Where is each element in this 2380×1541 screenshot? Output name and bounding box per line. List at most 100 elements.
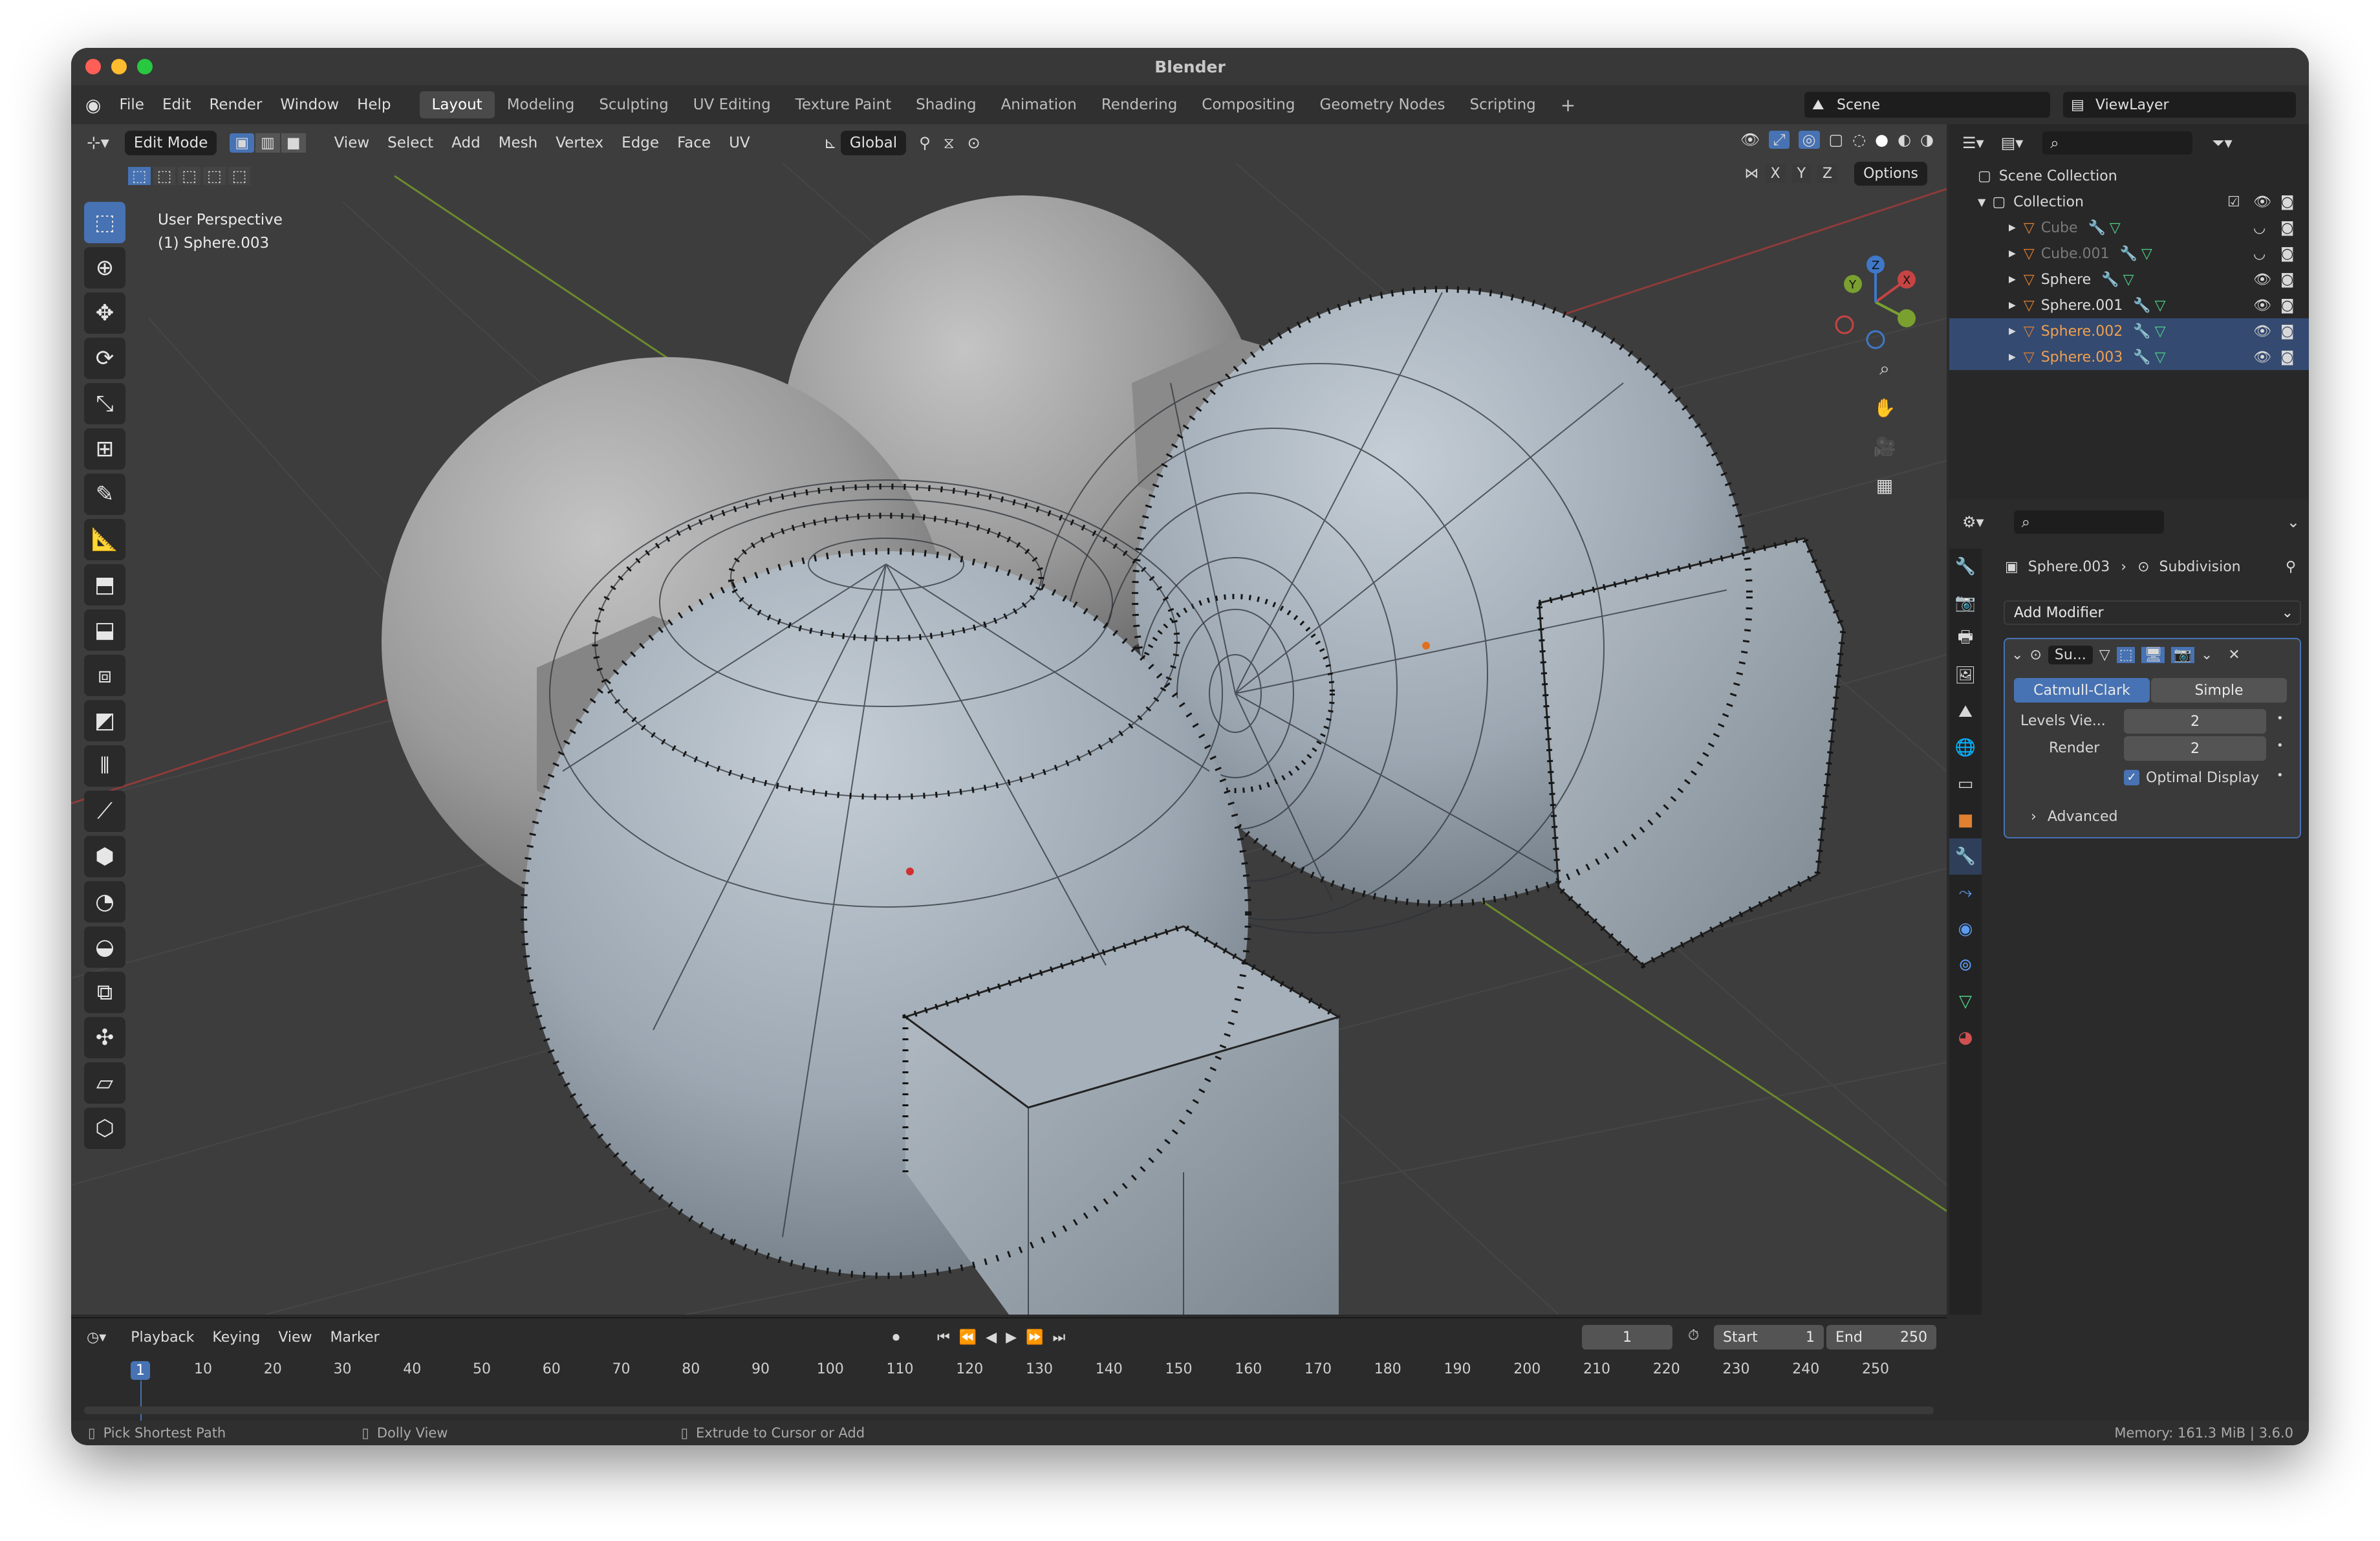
object-tab-icon[interactable]: ■ [1949, 802, 1982, 838]
modifier-menu-icon[interactable]: ⌄ [2201, 647, 2212, 663]
collapse-icon[interactable]: ⌄ [2011, 647, 2023, 663]
levels-viewport-field[interactable]: 2 [2124, 709, 2266, 734]
scene-selector[interactable]: ⛰ Scene [1804, 92, 2050, 118]
select-new-icon[interactable]: ⬚ [128, 167, 151, 185]
display-mode-icon[interactable]: ▤▾ [2001, 134, 2024, 152]
properties-search-field[interactable]: ⌕ [2013, 510, 2164, 534]
viewport-scene[interactable] [71, 124, 1947, 1315]
render-toggle-icon[interactable]: 📷 [2171, 647, 2194, 663]
spin-tool-icon[interactable]: ◔ [84, 881, 125, 923]
zoom-window-button[interactable] [137, 59, 153, 74]
filter-icon[interactable]: ⏷▾ [2212, 134, 2232, 152]
select-mode-vertex-icon[interactable]: ▣ [230, 133, 255, 153]
select-invert-icon[interactable]: ⬚ [203, 167, 226, 185]
menu-vertex[interactable]: Vertex [546, 135, 612, 151]
tab-animation[interactable]: Animation [989, 91, 1089, 118]
collection-checkbox[interactable]: ☑ [2227, 194, 2240, 210]
menu-edit[interactable]: Edit [153, 96, 200, 113]
proportional-edit-icon[interactable]: ⊙ [968, 134, 980, 152]
menu-mesh[interactable]: Mesh [490, 135, 547, 151]
particles-tab-icon[interactable]: ⤳ [1949, 875, 1982, 911]
select-subtract-icon[interactable]: ⬚ [178, 167, 201, 185]
mesh-data-icon[interactable]: ▽ [2155, 349, 2166, 366]
render-camera-icon[interactable]: ◙ [2280, 298, 2294, 314]
visibility-icon[interactable]: 👁 [1740, 131, 1760, 149]
mesh-data-icon[interactable]: ▽ [2110, 220, 2121, 236]
timeline-editor-icon[interactable]: ◷▾ [87, 1329, 106, 1346]
select-box-tool-icon[interactable]: ⬚ [84, 202, 125, 243]
outliner-search-field[interactable]: ⌕ [2042, 131, 2193, 155]
end-frame-field[interactable]: End 250 [1826, 1325, 1936, 1350]
inset-tool-icon[interactable]: ⧈ [84, 655, 125, 696]
render-camera-icon[interactable]: ◙ [2280, 272, 2294, 288]
options-dropdown[interactable]: Options [1854, 162, 1927, 186]
catmull-clark-button[interactable]: Catmull-Clark [2014, 678, 2150, 703]
3d-viewport[interactable]: ⊹▾ Edit Mode ▣ ▥ ■ View Select Add Mesh … [71, 124, 1947, 1315]
eye-icon[interactable]: 👁 [2253, 323, 2271, 340]
simple-button[interactable]: Simple [2151, 678, 2287, 703]
tab-modeling[interactable]: Modeling [495, 91, 587, 118]
shading-solid-icon[interactable]: ● [1875, 131, 1888, 149]
gizmo-toggle-icon[interactable]: ⤢ [1769, 131, 1790, 149]
outliner-item[interactable]: ▶ ▽ Cube 🔧 ▽ ◡ ◙ [1949, 215, 2309, 241]
tab-rendering[interactable]: Rendering [1089, 91, 1189, 118]
menu-timeline-view[interactable]: View [269, 1329, 321, 1346]
outliner-item[interactable]: ▶ ▽ Sphere.001 🔧 ▽ 👁 ◙ [1949, 292, 2309, 318]
world-tab-icon[interactable]: 🌐 [1949, 730, 1982, 766]
menu-face[interactable]: Face [668, 135, 720, 151]
cursor-tool-icon[interactable]: ⊕ [84, 247, 125, 289]
edge-slide-tool-icon[interactable]: ⧉ [84, 972, 125, 1013]
menu-marker[interactable]: Marker [321, 1329, 389, 1346]
scene-tab-icon[interactable]: ⛰ [1949, 694, 1982, 730]
annotate-tool-icon[interactable]: ✎ [84, 474, 125, 515]
snap-icon[interactable]: ⧖ [944, 134, 955, 152]
expand-icon[interactable]: ▶ [2009, 326, 2016, 336]
properties-editor-icon[interactable]: ⚙▾ [1962, 513, 1984, 531]
rotate-tool-icon[interactable]: ⟳ [84, 338, 125, 379]
mesh-data-icon[interactable]: ▽ [2141, 246, 2152, 262]
xray-icon[interactable]: ▢ [1829, 131, 1844, 149]
tool-tab-icon[interactable]: 🔧 [1949, 549, 1982, 585]
outliner-item[interactable]: ▶ ▽ Sphere 🔧 ▽ 👁 ◙ [1949, 267, 2309, 292]
play-reverse-icon[interactable]: ◀ [986, 1329, 997, 1346]
transform-orientation-selector[interactable]: Global [840, 131, 907, 155]
constraints-tab-icon[interactable]: ⊚ [1949, 947, 1982, 983]
record-icon[interactable]: ⏺ [892, 1329, 900, 1346]
expand-icon[interactable]: ▶ [2009, 300, 2016, 311]
tab-scripting[interactable]: Scripting [1457, 91, 1548, 118]
start-frame-field[interactable]: Start 1 [1714, 1325, 1824, 1350]
menu-view[interactable]: View [325, 135, 379, 151]
transform-tool-icon[interactable]: ⊞ [84, 428, 125, 470]
menu-help[interactable]: Help [348, 96, 400, 113]
outliner-editor-icon[interactable]: ☰▾ [1962, 134, 1984, 152]
eye-closed-icon[interactable]: ◡ [2253, 220, 2266, 236]
mesh-data-icon[interactable]: ▽ [2155, 298, 2166, 314]
cage-toggle-icon[interactable]: ⬚ [2116, 647, 2136, 663]
add-workspace-icon[interactable]: + [1548, 89, 1588, 121]
menu-keying[interactable]: Keying [203, 1329, 269, 1346]
menu-add[interactable]: Add [442, 135, 490, 151]
render-levels-field[interactable]: 2 [2124, 736, 2266, 761]
eye-icon[interactable]: 👁 [2253, 194, 2271, 210]
modifier-wrench-icon[interactable]: 🔧 [2133, 323, 2150, 340]
outliner[interactable]: ☰▾ ▤▾ ⌕ ⏷▾ ▢ Scene Collection ▼ ▢ Collec… [1949, 124, 2309, 499]
timeline-ruler[interactable]: 1 10 20 30 40 50 60 70 80 90 100 110 120 130 140 150 160… [71, 1357, 1947, 1396]
edit-mode-toggle-icon[interactable]: ▽ [2099, 647, 2110, 663]
poly-build-tool-icon[interactable]: ⬢ [84, 836, 125, 877]
outliner-item[interactable]: ▶ ▽ Sphere.003 🔧 ▽ 👁 ◙ [1949, 344, 2309, 370]
realtime-toggle-icon[interactable]: 🖥 [2141, 647, 2165, 663]
shading-material-icon[interactable]: ◐ [1898, 131, 1911, 149]
advanced-subpanel[interactable]: › Advanced [2031, 809, 2117, 825]
modifier-wrench-icon[interactable]: 🔧 [2133, 298, 2150, 314]
add-cube-tool-icon[interactable]: ⬒ [84, 564, 125, 606]
play-icon[interactable]: ▶ [1006, 1329, 1017, 1346]
outliner-item[interactable]: ▶ ▽ Sphere.002 🔧 ▽ 👁 ◙ [1949, 318, 2309, 344]
mirror-axis-y[interactable]: Y [1791, 164, 1812, 183]
select-mode-face-icon[interactable]: ■ [281, 133, 306, 153]
tab-uv-editing[interactable]: UV Editing [681, 91, 783, 118]
mirror-axis-x[interactable]: X [1765, 164, 1786, 183]
keyframe-dot-icon[interactable]: • [2277, 739, 2284, 752]
modifier-wrench-icon[interactable]: 🔧 [2133, 349, 2150, 366]
shading-wireframe-icon[interactable]: ◌ [1852, 131, 1866, 149]
tab-compositing[interactable]: Compositing [1189, 91, 1307, 118]
